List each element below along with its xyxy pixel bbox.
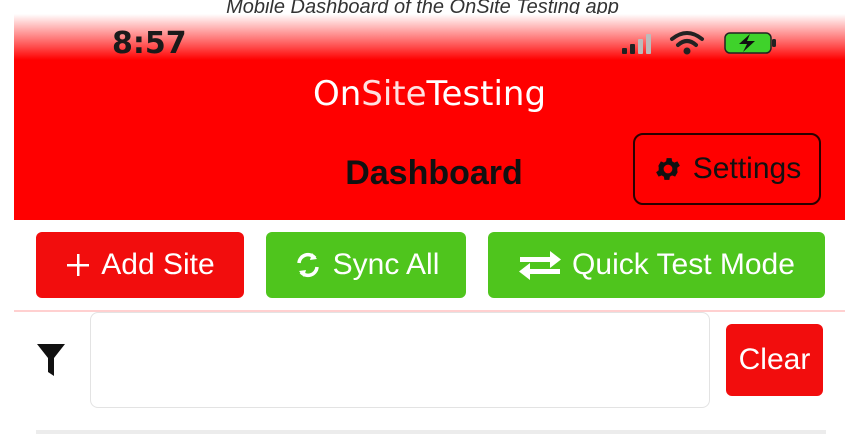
app-title: OnSiteTesting	[14, 74, 845, 114]
signal-icon	[622, 34, 651, 54]
battery-charging-icon	[724, 32, 776, 54]
app-header: OnSiteTesting Dashboard Settings	[14, 60, 845, 220]
status-bar: 8:57	[14, 14, 845, 61]
plus-icon	[67, 254, 90, 276]
quick-test-label: Quick Test Mode	[572, 248, 795, 281]
gear-icon	[655, 158, 680, 180]
filter-icon	[37, 344, 65, 376]
add-site-button[interactable]: Add Site	[36, 232, 244, 298]
sync-icon	[296, 252, 319, 278]
add-site-label: Add Site	[101, 248, 215, 281]
quick-test-mode-button[interactable]: Quick Test Mode	[488, 232, 825, 298]
sync-all-button[interactable]: Sync All	[266, 232, 466, 298]
app-title-on: On	[312, 74, 362, 114]
settings-button[interactable]: Settings	[633, 133, 821, 205]
sync-all-label: Sync All	[332, 248, 440, 281]
app-title-testing: Testing	[426, 74, 547, 114]
action-toolbar: Add Site Sync All Quick Test Mode	[14, 220, 845, 312]
divider	[36, 430, 826, 434]
phone-screen: 8:57 OnSiteTesting Dashboard Settings Ad…	[14, 14, 845, 434]
settings-label: Settings	[692, 152, 802, 185]
exchange-arrows-icon	[519, 251, 562, 280]
clear-button[interactable]: Clear	[726, 324, 823, 396]
page-title: Dashboard	[345, 154, 523, 192]
app-title-site: Site	[361, 74, 427, 114]
status-icons	[622, 31, 776, 55]
status-time: 8:57	[112, 26, 187, 61]
filter-input[interactable]	[90, 312, 710, 408]
filter-row: Clear	[14, 312, 845, 434]
wifi-icon	[670, 31, 704, 55]
